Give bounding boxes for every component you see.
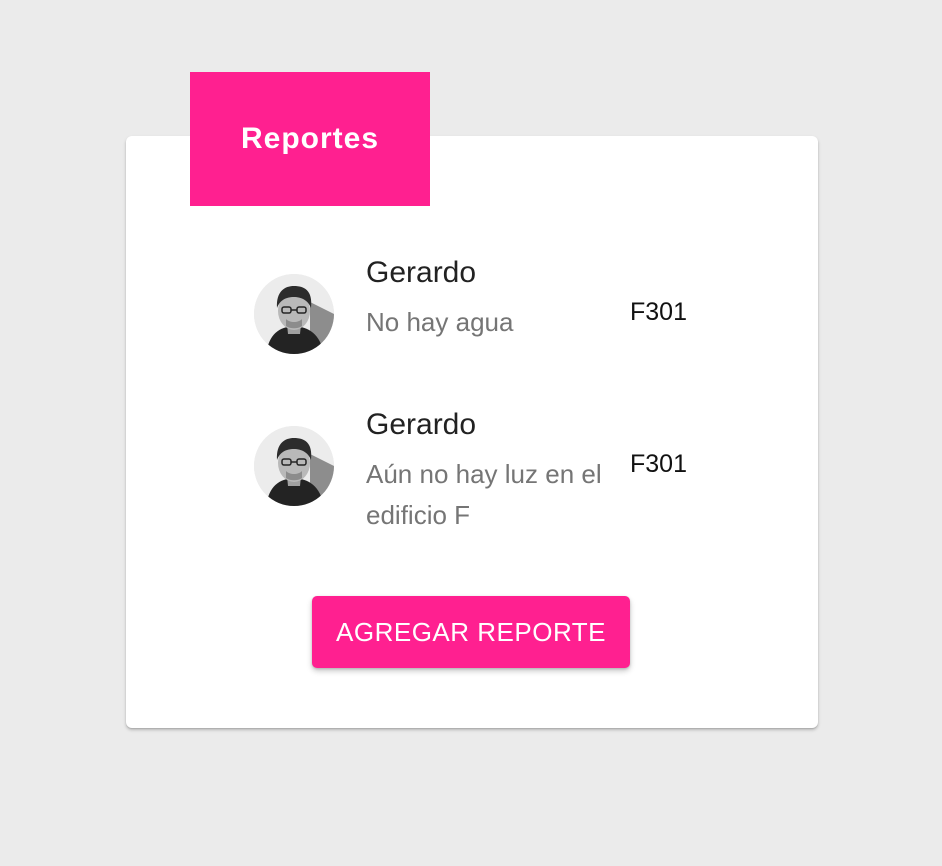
report-author: Gerardo: [366, 408, 477, 441]
report-message: No hay agua: [366, 307, 514, 337]
avatar: [254, 274, 334, 354]
card-header: Reportes: [190, 72, 430, 206]
report-message: Aún no hay luz en el edificio F: [366, 459, 602, 530]
avatar: [254, 426, 334, 506]
card-title: Reportes: [240, 122, 380, 155]
add-report-button[interactable]: AGREGAR REPORTE: [312, 596, 630, 668]
report-code: F301: [630, 298, 687, 326]
user-photo-icon: [254, 274, 334, 354]
user-photo-icon: [254, 426, 334, 506]
report-code: F301: [630, 450, 687, 478]
reports-card: Gerardo No hay agua F301 Gerardo Aún no …: [126, 136, 818, 728]
report-author: Gerardo: [366, 256, 477, 289]
